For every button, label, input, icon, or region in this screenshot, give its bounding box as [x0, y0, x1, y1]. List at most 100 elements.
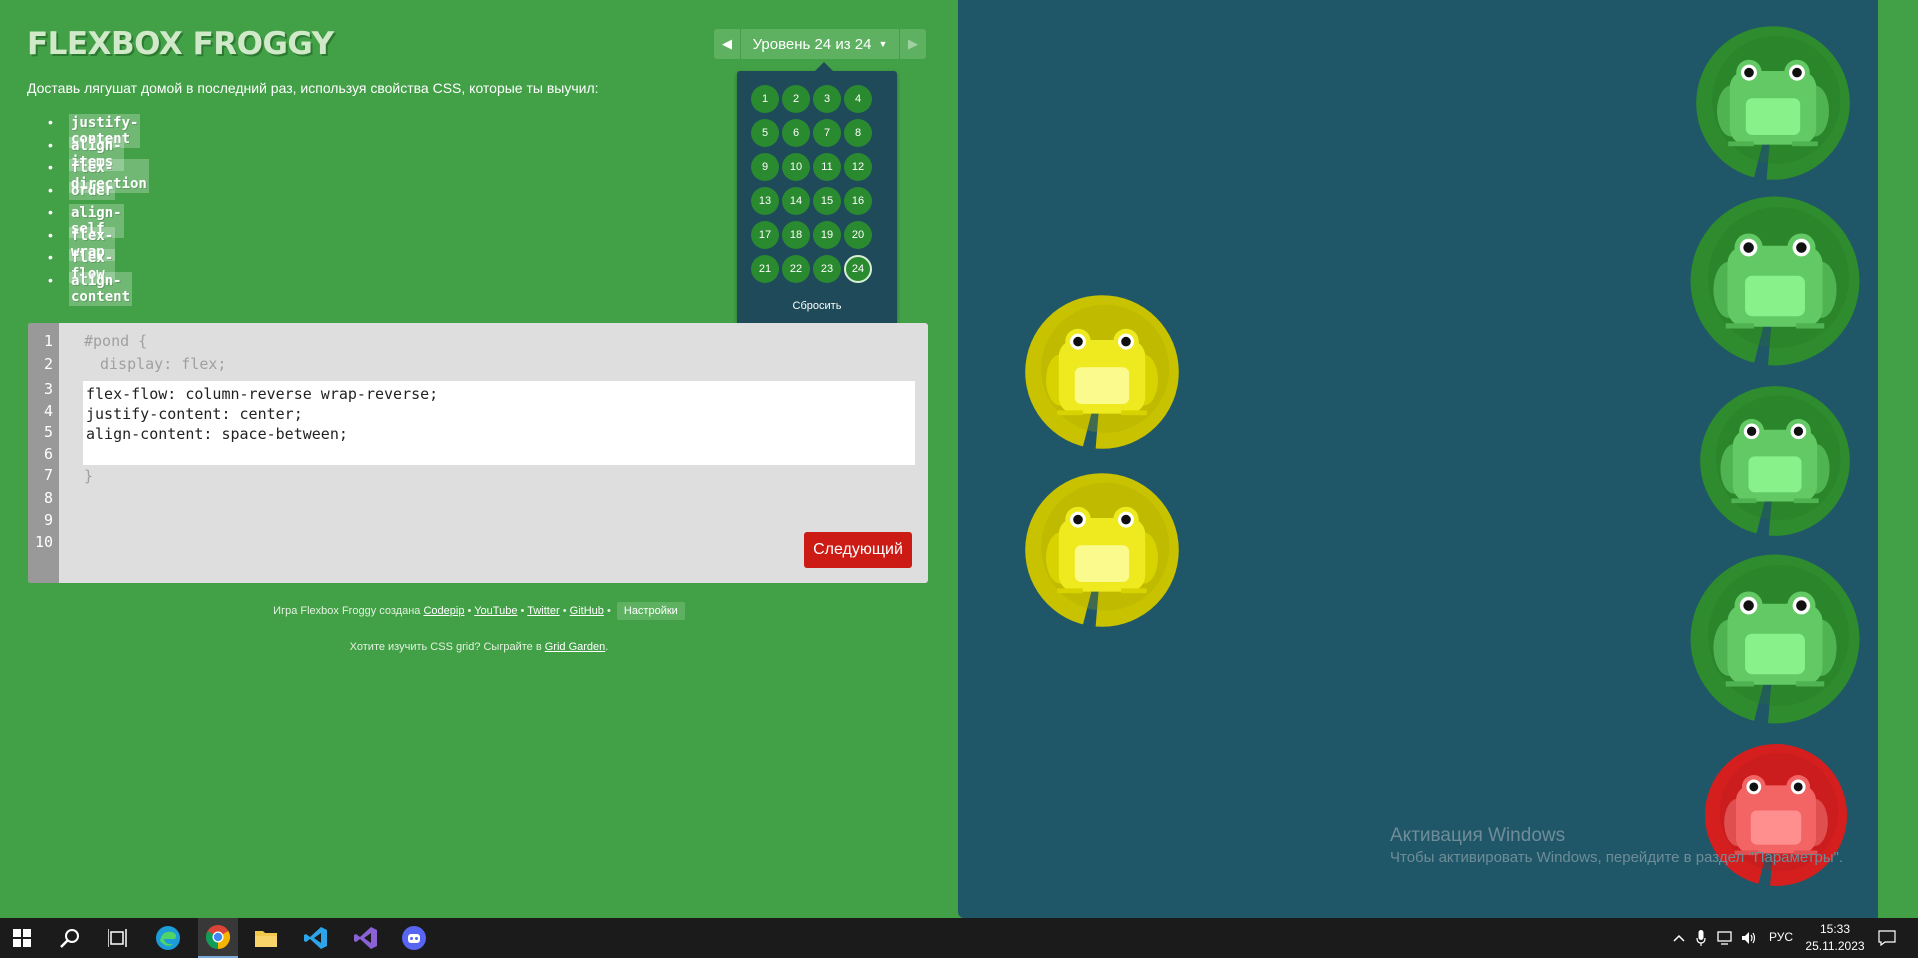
credits-text: Игра Flexbox Froggy создана [273, 605, 421, 617]
prev-level-button[interactable]: ◀ [714, 29, 740, 59]
lilypad-green [1690, 196, 1860, 366]
chevron-up-icon[interactable] [1670, 928, 1688, 948]
css-editor: 1 2 3 4 5 6 7 8 9 10 #pond { display: flex; flex-… [28, 323, 928, 583]
level-button-5[interactable]: 5 [751, 119, 779, 147]
next-level-button[interactable]: ▶ [900, 29, 926, 59]
edge-icon[interactable] [148, 918, 188, 958]
lilypad-yellow [1025, 295, 1179, 449]
clock-time: 15:33 [1819, 922, 1851, 936]
windows-activation-title: Активация Windows [1390, 825, 1566, 846]
windows-start-icon[interactable] [2, 918, 42, 958]
level-navigation: ◀ Уровень 24 из 24 ▼ ▶ [714, 29, 926, 59]
input-line-2: justify-content: center; [86, 405, 303, 423]
level-button-14[interactable]: 14 [782, 187, 810, 215]
level-button-1[interactable]: 1 [751, 85, 779, 113]
level-button-18[interactable]: 18 [782, 221, 810, 249]
property-code: order [69, 181, 116, 200]
level-button-3[interactable]: 3 [813, 85, 841, 113]
level-button-16[interactable]: 16 [844, 187, 872, 215]
volume-icon[interactable] [1740, 928, 1758, 948]
github-link[interactable]: GitHub [570, 605, 604, 617]
level-button-10[interactable]: 10 [782, 153, 810, 181]
code-line-display: display: flex; [100, 355, 227, 373]
next-button[interactable]: Следующий [804, 532, 912, 568]
file-explorer-icon[interactable] [246, 918, 286, 958]
property-code: align-content [69, 271, 132, 306]
level-button-17[interactable]: 17 [751, 221, 779, 249]
task-view-icon[interactable] [98, 918, 138, 958]
separator: • [606, 605, 611, 617]
line-number: 7 [43, 466, 53, 484]
separator: • [520, 605, 525, 617]
input-line-1: flex-flow: column-reverse wrap-reverse; [86, 385, 439, 403]
line-number: 8 [43, 489, 53, 507]
level-button-6[interactable]: 6 [782, 119, 810, 147]
code-input-area[interactable]: flex-flow: column-reverse wrap-reverse; … [83, 381, 915, 465]
level-indicator[interactable]: Уровень 24 из 24 ▼ [740, 29, 900, 59]
level-button-23[interactable]: 23 [813, 255, 841, 283]
pond [958, 0, 1878, 918]
level-button-12[interactable]: 12 [844, 153, 872, 181]
line-number: 10 [34, 533, 53, 551]
lilypad-yellow [1025, 473, 1179, 627]
chrome-icon[interactable] [198, 918, 238, 958]
level-button-22[interactable]: 22 [782, 255, 810, 283]
right-strip [1878, 0, 1918, 918]
twitter-link[interactable]: Twitter [527, 605, 559, 617]
triangle-right-icon: ▶ [908, 36, 918, 51]
settings-button[interactable]: Настройки [616, 602, 685, 620]
level-button-24[interactable]: 24 [844, 255, 872, 283]
separator: • [467, 605, 472, 617]
level-button-20[interactable]: 20 [844, 221, 872, 249]
language-indicator[interactable]: РУС [1769, 930, 1793, 944]
clock[interactable]: 15:33 25.11.2023 [1800, 921, 1870, 955]
css-grid-text: Хотите изучить CSS grid? Сыграйте в [349, 641, 542, 653]
network-icon[interactable] [1716, 928, 1734, 948]
level-button-8[interactable]: 8 [844, 119, 872, 147]
levels-grid: 1 2 3 45 6 7 89 10 11 1213 14 15 1617 18 19 2021 22 23 24 [751, 85, 887, 289]
level-button-15[interactable]: 15 [813, 187, 841, 215]
level-button-9[interactable]: 9 [751, 153, 779, 181]
reset-button[interactable]: Сбросить [737, 300, 897, 312]
line-number: 6 [43, 445, 53, 463]
line-number: 3 [43, 380, 53, 398]
line-number: 1 [43, 332, 53, 350]
vscode-icon[interactable] [296, 918, 336, 958]
sidebar: FLEXBOX FROGGY ◀ Уровень 24 из 24 ▼ ▶ 123… [0, 0, 958, 918]
level-button-7[interactable]: 7 [813, 119, 841, 147]
taskbar: РУС 15:33 25.11.2023 [0, 918, 1918, 958]
triangle-left-icon: ◀ [722, 36, 732, 51]
css-grid-suffix: . [605, 641, 609, 653]
level-button-4[interactable]: 4 [844, 85, 872, 113]
search-icon[interactable] [50, 918, 90, 958]
line-number: 4 [43, 402, 53, 420]
notifications-icon[interactable] [1876, 928, 1898, 948]
credits: Игра Flexbox Froggy создана Codepip • Yo… [0, 602, 958, 620]
codepip-link[interactable]: Codepip [423, 605, 464, 617]
discord-icon[interactable] [394, 918, 434, 958]
clock-date: 25.11.2023 [1805, 939, 1865, 953]
line-number: 9 [43, 511, 53, 529]
level-indicator-text: Уровень 24 из 24 [752, 35, 872, 53]
lilypad-green [1690, 554, 1860, 724]
line-number-gutter: 1 2 3 4 5 6 7 8 9 10 [28, 323, 59, 583]
logo: FLEXBOX FROGGY [27, 26, 334, 62]
youtube-link[interactable]: YouTube [474, 605, 517, 617]
levels-popup: 1 2 3 45 6 7 89 10 11 1213 14 15 1617 18 19 2021 22 23 24 … [737, 62, 897, 329]
level-button-2[interactable]: 2 [782, 85, 810, 113]
lilypad-green [1700, 386, 1850, 536]
css-grid-promo: Хотите изучить CSS grid? Сыграйте в Grid… [0, 641, 958, 653]
separator: • [562, 605, 567, 617]
line-number: 2 [43, 355, 53, 373]
lilypad-green [1696, 26, 1850, 180]
grid-garden-link[interactable]: Grid Garden [545, 641, 606, 653]
microphone-icon[interactable] [1692, 928, 1710, 948]
caret-down-icon: ▼ [878, 39, 888, 49]
level-button-11[interactable]: 11 [813, 153, 841, 181]
level-button-21[interactable]: 21 [751, 255, 779, 283]
level-button-13[interactable]: 13 [751, 187, 779, 215]
level-button-19[interactable]: 19 [813, 221, 841, 249]
visual-studio-icon[interactable] [346, 918, 386, 958]
code-line-selector: #pond { [84, 332, 148, 350]
windows-activation-text: Чтобы активировать Windows, перейдите в … [1390, 849, 1844, 866]
